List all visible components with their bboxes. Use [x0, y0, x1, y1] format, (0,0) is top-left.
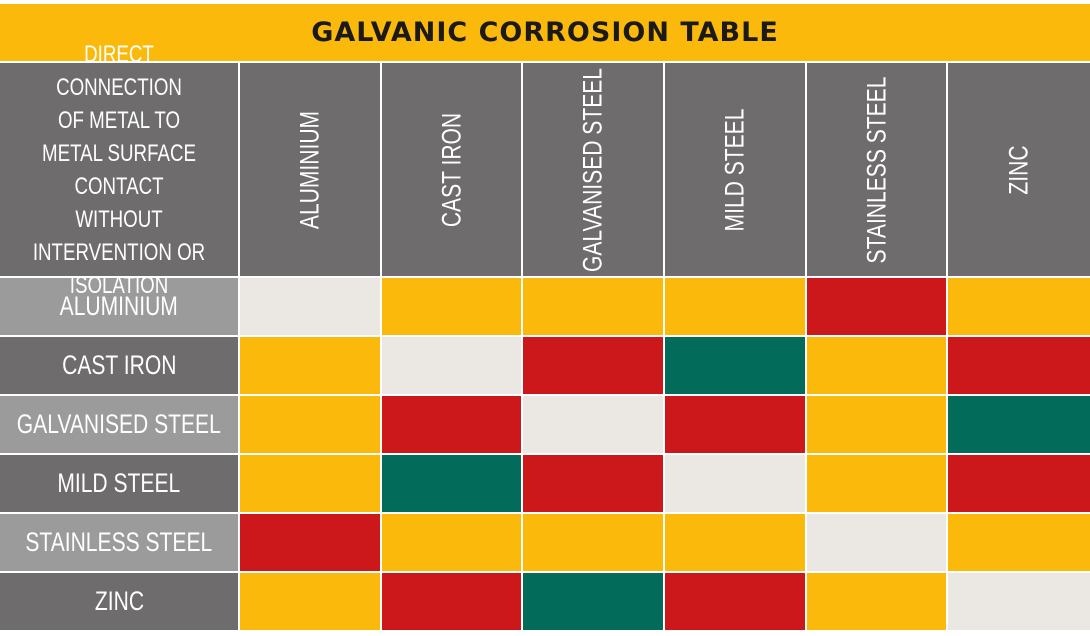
row-header: GALVANISED STEEL: [0, 396, 238, 453]
cell-amber: [948, 514, 1090, 571]
cell-green: [665, 337, 805, 394]
corner-label-text: DIRECT CONNECTION OF METAL TO METAL SURF…: [32, 40, 206, 299]
cell-red: [665, 396, 805, 453]
row-header: STAINLESS STEEL: [0, 514, 238, 571]
cell-same: [948, 573, 1090, 630]
cell-amber: [665, 514, 805, 571]
cell-red: [382, 573, 521, 630]
cell-same: [665, 455, 805, 512]
row-header-label: CAST IRON: [61, 350, 177, 380]
column-header-label: MILD STEEL: [719, 108, 750, 231]
cell-amber: [382, 278, 521, 335]
column-header-label: STAINLESS STEEL: [861, 76, 891, 263]
column-header-label: GALVANISED STEEL: [577, 67, 608, 272]
column-header: CAST IRON: [382, 63, 521, 276]
column-header-label: CAST IRON: [436, 112, 466, 227]
cell-red: [523, 337, 663, 394]
cell-amber: [240, 455, 380, 512]
cell-amber: [807, 396, 946, 453]
cell-red: [240, 514, 380, 571]
cell-green: [948, 396, 1090, 453]
corrosion-table: DIRECT CONNECTION OF METAL TO METAL SURF…: [0, 41, 1090, 630]
cell-same: [382, 337, 521, 394]
cell-same: [523, 396, 663, 453]
column-header: ZINC: [948, 63, 1090, 276]
column-header-label: ALUMINIUM: [294, 110, 325, 229]
cell-amber: [948, 278, 1090, 335]
cell-red: [523, 455, 663, 512]
row-header-label: GALVANISED STEEL: [16, 409, 222, 439]
cell-amber: [807, 573, 946, 630]
cell-red: [665, 573, 805, 630]
corner-label: DIRECT CONNECTION OF METAL TO METAL SURF…: [0, 41, 238, 299]
cell-red: [948, 337, 1090, 394]
cell-same: [240, 278, 380, 335]
cell-amber: [807, 455, 946, 512]
row-header-label: ZINC: [94, 586, 144, 616]
cell-same: [807, 514, 946, 571]
column-header-label: ZINC: [1003, 144, 1034, 195]
column-header: GALVANISED STEEL: [523, 63, 663, 276]
cell-amber: [240, 396, 380, 453]
cell-red: [807, 278, 946, 335]
cell-amber: [665, 278, 805, 335]
column-header: MILD STEEL: [665, 63, 805, 276]
column-header: STAINLESS STEEL: [807, 63, 946, 276]
cell-green: [523, 573, 663, 630]
row-header: MILD STEEL: [0, 455, 238, 512]
cell-amber: [523, 514, 663, 571]
row-header: ZINC: [0, 573, 238, 630]
cell-red: [948, 455, 1090, 512]
cell-amber: [523, 278, 663, 335]
column-header: ALUMINIUM: [240, 63, 380, 276]
row-header-label: STAINLESS STEEL: [25, 527, 213, 557]
cell-amber: [382, 514, 521, 571]
cell-green: [382, 455, 521, 512]
table-title: GALVANIC CORROSION TABLE: [311, 17, 779, 48]
row-header-label: ALUMINIUM: [59, 291, 179, 321]
cell-amber: [240, 573, 380, 630]
cell-amber: [240, 337, 380, 394]
row-header: CAST IRON: [0, 337, 238, 394]
cell-amber: [807, 337, 946, 394]
cell-red: [382, 396, 521, 453]
row-header-label: MILD STEEL: [57, 468, 181, 498]
